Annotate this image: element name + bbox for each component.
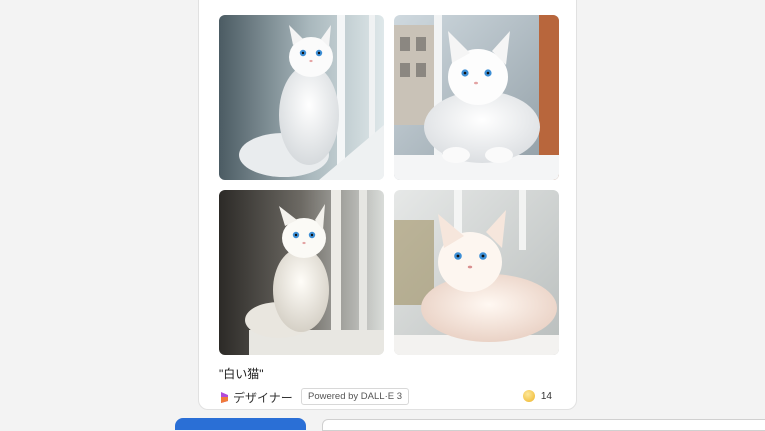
prompt-input[interactable] (322, 419, 765, 431)
designer-link[interactable]: デザイナー (219, 389, 293, 406)
primary-action-button[interactable] (175, 418, 306, 430)
image-result-card: "白い猫" デザイナー Powered by DALL·E 3 14 (198, 0, 577, 410)
prompt-text: "白い猫" (219, 367, 264, 381)
generated-image-3[interactable] (219, 190, 384, 355)
powered-by-badge: Powered by DALL·E 3 (301, 388, 409, 405)
card-footer: デザイナー Powered by DALL·E 3 14 (219, 388, 556, 408)
designer-logo-icon (221, 392, 228, 403)
boost-count: 14 (540, 390, 552, 402)
generated-image-2[interactable] (394, 15, 559, 180)
generated-image-1[interactable] (219, 15, 384, 180)
boost-counter: 14 (522, 390, 552, 402)
designer-label: デザイナー (233, 391, 293, 405)
boost-coin-icon (522, 390, 535, 402)
generated-image-4[interactable] (394, 190, 559, 355)
